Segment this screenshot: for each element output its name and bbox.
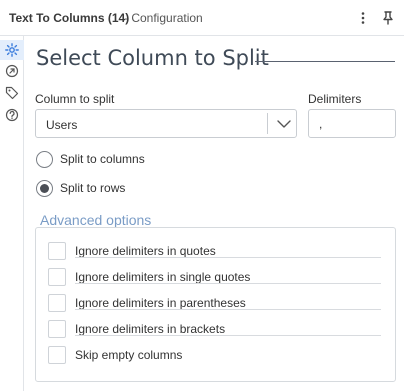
chevron-down-icon[interactable] — [276, 117, 292, 131]
checkbox-label: Skip empty columns — [75, 348, 183, 362]
row-divider — [75, 283, 381, 284]
more-vertical-icon[interactable] — [355, 9, 371, 27]
delimiters-input[interactable] — [308, 109, 396, 138]
delimiters-label: Delimiters — [308, 92, 362, 106]
column-select[interactable]: Users — [35, 109, 297, 138]
checkbox-label: Ignore delimiters in single quotes — [75, 270, 251, 284]
advanced-options-group: Ignore delimiters in quotes Ignore delim… — [35, 227, 396, 382]
checkbox-label: Ignore delimiters in brackets — [75, 322, 226, 336]
checkbox[interactable] — [48, 320, 66, 338]
row-divider — [75, 309, 381, 310]
split-to-columns-radio[interactable]: Split to columns — [36, 150, 145, 168]
gear-icon[interactable] — [4, 42, 20, 58]
checkbox[interactable] — [48, 294, 66, 312]
checkbox-label: Ignore delimiters in parentheses — [75, 296, 246, 310]
page-title: Select Column to Split — [36, 46, 269, 70]
skip-empty-columns-checkbox[interactable]: Skip empty columns — [48, 346, 182, 364]
pin-icon[interactable] — [380, 9, 396, 27]
checkbox[interactable] — [48, 268, 66, 286]
window-subtitle: - Configuration — [124, 11, 203, 25]
split-to-rows-radio[interactable]: Split to rows — [36, 179, 125, 197]
help-icon[interactable] — [4, 107, 20, 123]
checkbox[interactable] — [48, 346, 66, 364]
column-select-value: Users — [46, 118, 78, 132]
row-divider — [75, 335, 381, 336]
radio-button-selected[interactable] — [36, 179, 53, 197]
row-divider — [75, 257, 381, 258]
checkbox[interactable] — [48, 242, 66, 260]
title-bar: Text To Columns (14) - Configuration — [0, 0, 404, 36]
radio-button[interactable] — [36, 150, 53, 168]
column-to-split-label: Column to split — [35, 92, 115, 106]
advanced-options-title: Advanced options — [40, 212, 152, 228]
select-divider — [267, 113, 268, 134]
connection-icon[interactable] — [4, 63, 20, 79]
radio-label: Split to rows — [60, 181, 126, 195]
window-title: Text To Columns (14) — [9, 11, 130, 25]
configuration-panel: Select Column to Split Column to split D… — [25, 36, 404, 391]
radio-label: Split to columns — [60, 152, 145, 166]
checkbox-label: Ignore delimiters in quotes — [75, 244, 216, 258]
tag-icon[interactable] — [4, 85, 20, 101]
side-rail — [0, 36, 24, 391]
heading-divider — [255, 61, 395, 62]
